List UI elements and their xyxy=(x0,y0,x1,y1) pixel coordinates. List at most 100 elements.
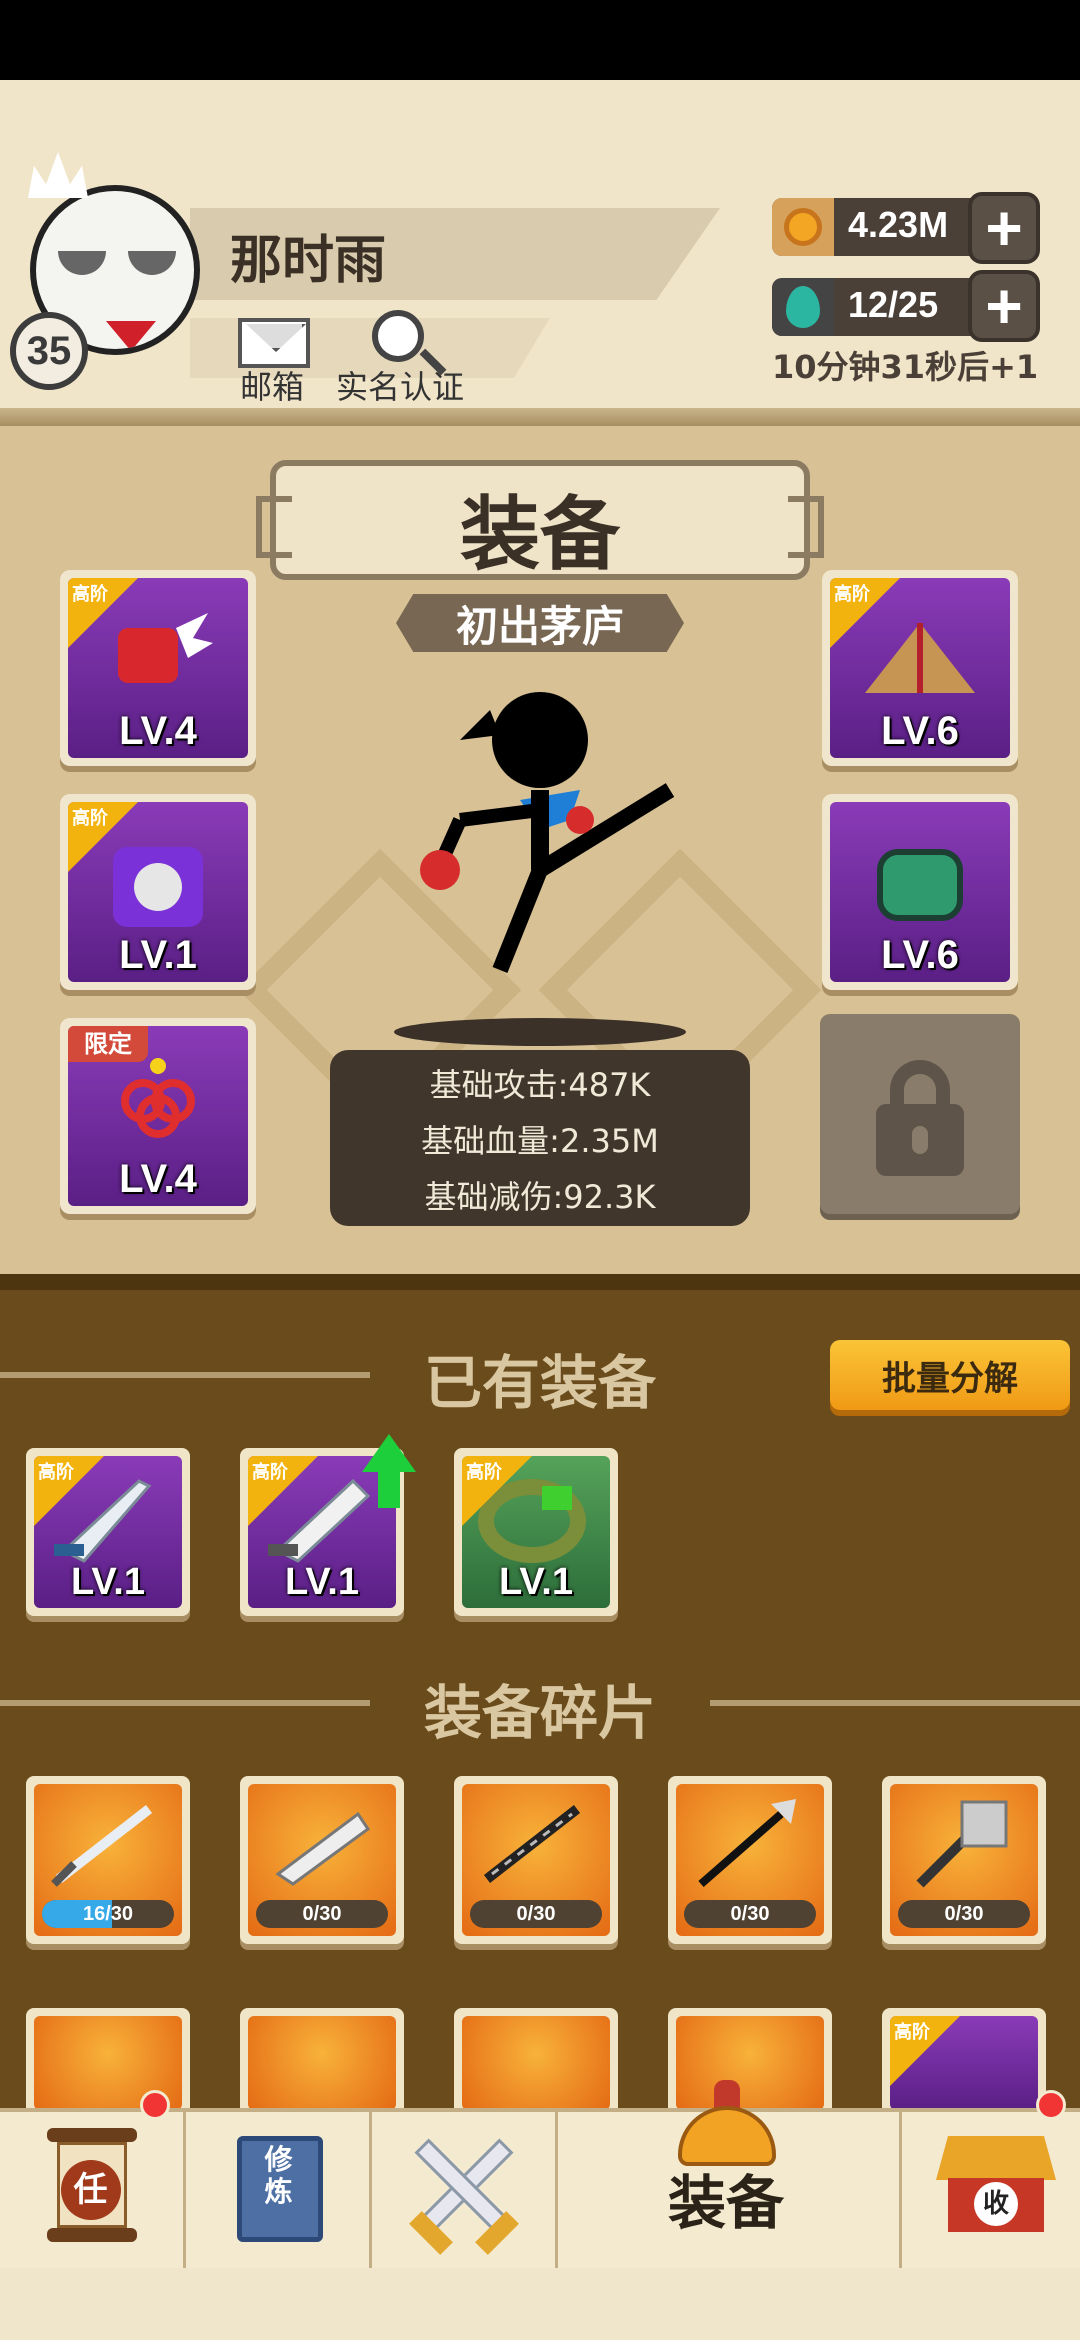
owned-item[interactable]: 高阶 LV.1 xyxy=(454,1448,618,1616)
fragment-item[interactable]: 16/30 xyxy=(26,1776,190,1944)
tier-badge-label: 高阶 xyxy=(834,584,870,605)
nav-training[interactable]: 修炼 xyxy=(186,2108,372,2268)
fragment-item[interactable] xyxy=(454,2008,618,2118)
upgrade-arrow-icon xyxy=(362,1434,416,1510)
verify-button-label[interactable]: 实名认证 xyxy=(336,362,464,408)
avatar-tie xyxy=(106,321,156,349)
slot-bg: 0/30 xyxy=(462,1784,610,1936)
slot-bg: 0/30 xyxy=(248,1784,396,1936)
purple-armor-icon xyxy=(113,847,203,927)
red-gauntlet-icon xyxy=(118,613,213,683)
bottom-safe-area xyxy=(0,2268,1080,2340)
mail-button-label[interactable]: 邮箱 xyxy=(240,362,304,408)
add-gold-button[interactable]: + xyxy=(968,192,1040,264)
inventory-edge xyxy=(0,1274,1080,1290)
lock-keyhole xyxy=(912,1126,928,1154)
nav-tasks[interactable]: 任 xyxy=(0,2108,186,2268)
task-char: 任 xyxy=(60,2160,121,2220)
avatar-eye-left xyxy=(58,251,106,275)
fragments-title: 装备碎片 xyxy=(423,1679,656,1747)
avatar-eye-right xyxy=(128,251,176,275)
stickman-hero xyxy=(420,692,675,973)
item-level: LV.1 xyxy=(285,1561,359,1603)
straw-hat-icon xyxy=(865,623,975,693)
gem-refill-timer: 10分钟31秒后+1 xyxy=(772,348,1039,386)
slot-bg: 高阶 LV.1 xyxy=(462,1456,610,1608)
fragment-item[interactable]: 高阶 xyxy=(882,2008,1046,2118)
scroll-top-roll xyxy=(46,2128,137,2142)
add-gem-button[interactable]: + xyxy=(968,270,1040,342)
coin-icon xyxy=(784,208,822,246)
equip-slot-hat[interactable]: 高阶 LV.6 xyxy=(822,570,1018,766)
stat-attack: 基础攻击:487K xyxy=(429,1066,651,1104)
nav-equipment-label: 装备 xyxy=(668,2169,785,2237)
fragment-progress: 0/30 xyxy=(684,1900,816,1928)
header-divider xyxy=(0,408,1080,426)
item-level: LV.1 xyxy=(71,1561,145,1603)
locked-slot[interactable] xyxy=(820,1014,1020,1214)
status-bar xyxy=(0,0,1080,80)
nav-battle[interactable] xyxy=(372,2108,558,2268)
green-bracer-icon xyxy=(877,849,963,921)
upgrade-arrow-head xyxy=(362,1434,416,1472)
tier-badge-label: 高阶 xyxy=(72,584,108,605)
slot-bg: 高阶 LV.1 xyxy=(68,802,248,982)
nav-shop[interactable]: 收 xyxy=(902,2108,1080,2268)
slot-bg: 高阶 LV.1 xyxy=(34,1456,182,1608)
stat-health: 基础血量:2.35M xyxy=(421,1122,659,1160)
slot-bg xyxy=(248,2016,396,2110)
fragment-progress-label: 16/30 xyxy=(82,1903,134,1925)
halberd-icon xyxy=(698,1799,796,1888)
equip-slot-armor[interactable]: 高阶 LV.1 xyxy=(60,794,256,990)
gem-icon xyxy=(786,286,820,328)
slot-bg: 0/30 xyxy=(890,1784,1038,1936)
tier-badge-label: 高阶 xyxy=(72,808,108,829)
player-level-badge: 35 xyxy=(10,312,88,390)
shop-house-icon: 收 xyxy=(936,2128,1056,2248)
fragment-item[interactable]: 0/30 xyxy=(240,1776,404,1944)
fragment-progress-label: 0/30 xyxy=(730,1903,770,1925)
training-label: 修炼 xyxy=(264,2143,293,2208)
fragment-progress-label: 0/30 xyxy=(302,1903,342,1925)
fragment-progress: 0/30 xyxy=(470,1900,602,1928)
rank-tag: 初出茅庐 xyxy=(396,594,684,652)
gold-icon-box xyxy=(772,198,834,256)
batch-dismantle-button[interactable]: 批量分解 xyxy=(830,1340,1070,1410)
fragment-item[interactable]: 0/30 xyxy=(454,1776,618,1944)
notification-dot xyxy=(1036,2090,1066,2120)
broad-blade-icon xyxy=(275,1811,371,1886)
upgrade-arrow-stem xyxy=(378,1470,400,1508)
slot-level: LV.4 xyxy=(119,709,197,753)
gold-value: 4.23M xyxy=(848,204,949,245)
player-name: 那时雨 xyxy=(230,231,387,291)
shop-char: 收 xyxy=(974,2182,1018,2226)
limited-badge: 限定 xyxy=(68,1026,148,1062)
tier-badge-label: 高阶 xyxy=(894,2022,930,2043)
equip-slot-charm[interactable]: 限定 LV.4 xyxy=(60,1018,256,1214)
scroll-bottom-roll xyxy=(46,2228,137,2242)
slot-bg: 高阶 xyxy=(890,2016,1038,2110)
slot-level: LV.1 xyxy=(119,933,197,977)
slot-bg: 0/30 xyxy=(676,1784,824,1936)
slot-bg: 高阶 LV.6 xyxy=(830,578,1010,758)
slot-level: LV.4 xyxy=(119,1157,197,1201)
slot-bg: LV.6 xyxy=(830,802,1010,982)
stat-defense: 基础减伤:92.3K xyxy=(424,1178,656,1216)
equip-slot-bracer[interactable]: LV.6 xyxy=(822,794,1018,990)
fragment-progress: 0/30 xyxy=(898,1900,1030,1928)
owned-item[interactable]: 高阶 LV.1 xyxy=(26,1448,190,1616)
fragment-item[interactable] xyxy=(240,2008,404,2118)
task-scroll-icon: 任 xyxy=(37,2128,147,2248)
mail-icon[interactable] xyxy=(238,318,310,368)
shop-roof xyxy=(936,2136,1056,2180)
gem-icon-box xyxy=(772,278,834,336)
fragment-progress-label: 0/30 xyxy=(944,1903,984,1925)
magnifier-icon[interactable] xyxy=(372,310,424,362)
slot-level: LV.6 xyxy=(881,709,959,753)
equip-slot-weapon-hand[interactable]: 高阶 LV.4 xyxy=(60,570,256,766)
fragment-progress: 0/30 xyxy=(256,1900,388,1928)
tier-badge-label: 高阶 xyxy=(38,1462,74,1483)
slot-bg: 限定 LV.4 xyxy=(68,1026,248,1206)
fragment-item[interactable]: 0/30 xyxy=(882,1776,1046,1944)
fragment-item[interactable]: 0/30 xyxy=(668,1776,832,1944)
